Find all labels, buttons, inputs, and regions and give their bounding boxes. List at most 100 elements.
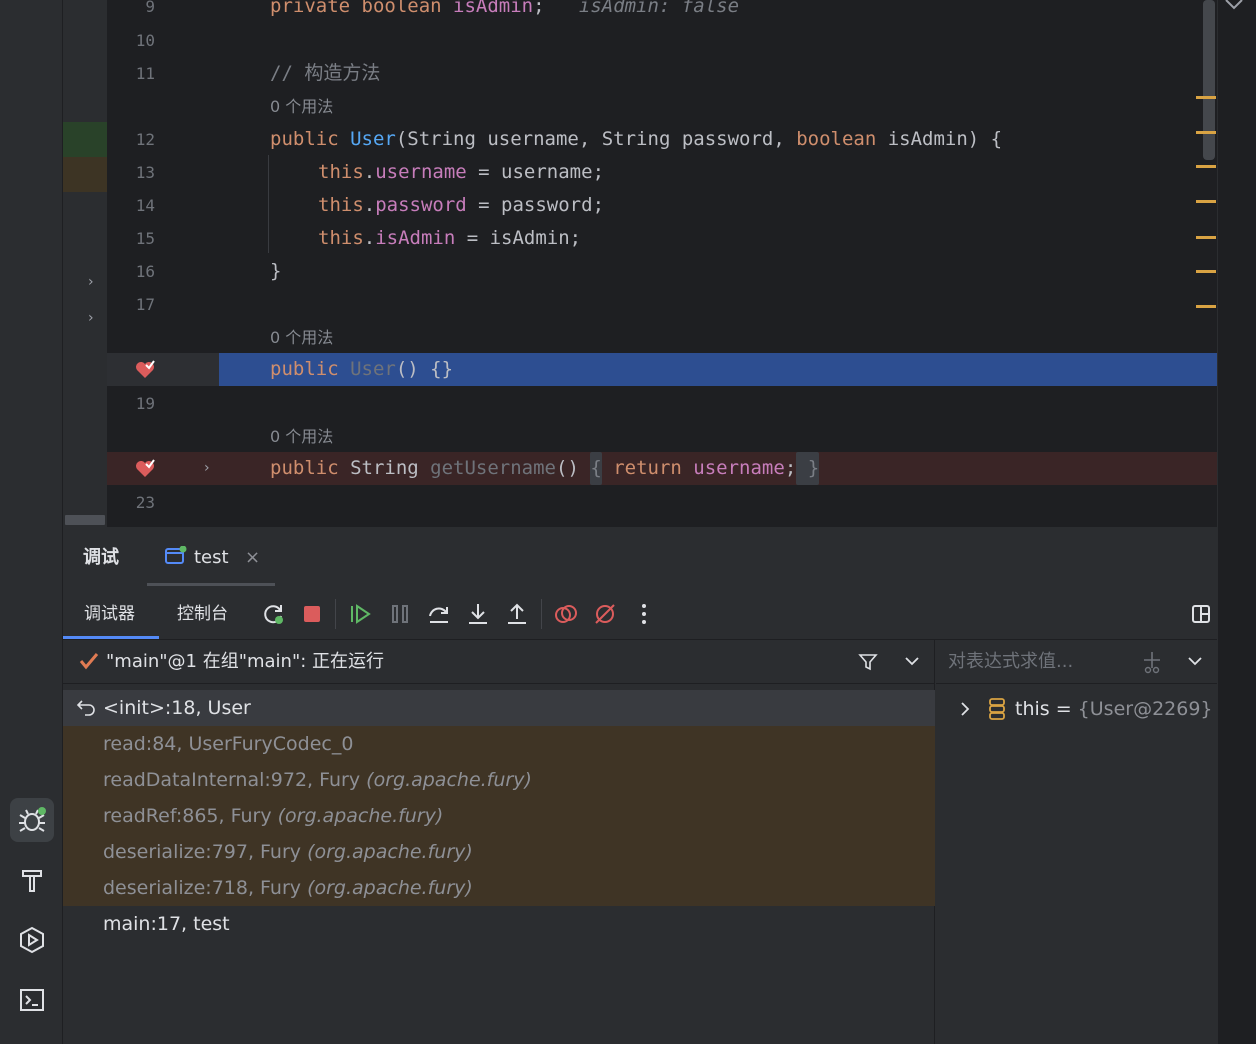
mute-breakpoints-button[interactable]: [592, 601, 618, 627]
layout-button[interactable]: [1188, 601, 1214, 627]
terminal-tool-button[interactable]: [10, 978, 54, 1022]
expand-chevron-icon[interactable]: [960, 701, 970, 717]
fold-chevron-icon[interactable]: ›: [204, 460, 210, 476]
terminal-icon: [20, 989, 44, 1011]
debug-toolbar: 调试器 控制台: [63, 587, 1217, 640]
stack-frame[interactable]: read:84, UserFuryCodec_0: [63, 726, 935, 762]
step-into-button[interactable]: [465, 601, 491, 627]
more-button[interactable]: [631, 601, 657, 627]
method-name: User: [350, 358, 396, 380]
tab-console[interactable]: 控制台: [177, 587, 228, 640]
stack-frame[interactable]: readDataInternal:972, Fury (org.apache.f…: [63, 762, 935, 798]
code-line: this.isAdmin = isAdmin;: [318, 222, 581, 255]
stack-frame[interactable]: <init>:18, User: [63, 690, 935, 726]
method-name: User: [350, 128, 396, 150]
code-editor[interactable]: › › 9 private boolean isAdmin; isAdmin: …: [63, 0, 1217, 527]
filter-icon[interactable]: [858, 652, 878, 672]
error-stripe-mark[interactable]: [1196, 96, 1216, 99]
error-stripe-mark[interactable]: [1196, 236, 1216, 239]
rerun-button[interactable]: [260, 601, 286, 627]
vcs-added-marker: [63, 122, 107, 157]
folded-brace[interactable]: {: [590, 452, 602, 485]
add-watch-icon[interactable]: [1140, 650, 1164, 674]
chevron-down-icon[interactable]: [905, 656, 919, 666]
debug-tool-button[interactable]: [10, 798, 54, 842]
debug-title: 调试: [83, 547, 119, 568]
chevron-down-icon[interactable]: [1188, 656, 1202, 666]
variables-panel: 对表达式求值... this = {User@2269} 对: [936, 640, 1217, 1044]
type: String: [350, 457, 431, 479]
debug-tool-window: 调试 test × 调试器 控制台 "main"@1 在组"main": 正在运…: [63, 527, 1217, 1044]
keyword: public: [270, 457, 351, 479]
evaluate-expression-field[interactable]: 对表达式求值...: [936, 640, 1217, 684]
more-vertical-icon: [642, 604, 646, 624]
variable-entry: this = {User@2269} 对: [1015, 692, 1217, 726]
error-stripe-mark[interactable]: [1196, 270, 1216, 273]
expand-chevron-icon[interactable]: ›: [88, 274, 94, 290]
frame-method: readDataInternal:972, Fury: [103, 769, 367, 791]
error-stripe-mark[interactable]: [1196, 200, 1216, 203]
chevron-down-icon[interactable]: [1222, 0, 1246, 12]
line-number: 19: [135, 394, 155, 413]
expand-chevron-icon[interactable]: ›: [88, 310, 94, 326]
breakpoint-check-icon[interactable]: [135, 360, 155, 380]
body: () {}: [395, 358, 454, 380]
stack-frame[interactable]: readRef:865, Fury (org.apache.fury): [63, 798, 935, 834]
usage-hint[interactable]: 0 个用法: [270, 420, 333, 453]
line-number: 23: [135, 493, 155, 512]
usage-hint[interactable]: 0 个用法: [270, 90, 333, 123]
thread-label: "main"@1 在组"main": 正在运行: [106, 651, 385, 672]
field: isAdmin: [375, 227, 456, 249]
folded-brace[interactable]: }: [796, 452, 820, 485]
stack-frame[interactable]: deserialize:718, Fury (org.apache.fury): [63, 870, 935, 906]
resume-button[interactable]: [348, 601, 374, 627]
frame-package: (org.apache.fury): [307, 877, 473, 899]
build-tool-button[interactable]: [10, 858, 54, 902]
code-line: public User(String username, String pass…: [270, 123, 1002, 156]
params: isAdmin) {: [876, 128, 1003, 150]
frame-package: (org.apache.fury): [307, 841, 473, 863]
return-arrow-icon: [76, 700, 95, 716]
variable-name: this: [1015, 698, 1050, 720]
breakpoint-line-gutter: [107, 452, 219, 485]
stack-frame[interactable]: deserialize:797, Fury (org.apache.fury): [63, 834, 935, 870]
view-breakpoints-button[interactable]: [553, 601, 579, 627]
check-icon: [79, 653, 99, 670]
code-line: }: [270, 260, 282, 282]
run-config-icon: [165, 546, 187, 564]
keyword: private boolean: [270, 0, 454, 17]
evaluate-placeholder: 对表达式求值...: [948, 651, 1074, 672]
params: (): [556, 457, 591, 479]
tool-window-strip: [0, 0, 63, 1044]
error-stripe-mark[interactable]: [1196, 305, 1216, 308]
variable-row[interactable]: this = {User@2269} 对: [936, 692, 1217, 726]
step-over-button[interactable]: [426, 601, 452, 627]
layout-icon: [1192, 605, 1210, 623]
keyword: this: [318, 227, 364, 249]
keyword: return: [601, 457, 694, 479]
variable-value: {User@2269}: [1077, 698, 1213, 720]
field: password: [375, 194, 467, 216]
punct: ;: [533, 0, 545, 17]
usage-hint[interactable]: 0 个用法: [270, 321, 333, 354]
services-tool-button[interactable]: [10, 918, 54, 962]
stop-icon: [304, 606, 320, 622]
tab-debugger[interactable]: 调试器: [84, 587, 135, 640]
close-icon[interactable]: ×: [245, 527, 260, 589]
frame-method: <init>:18, User: [103, 697, 251, 719]
stack-frame[interactable]: main:17, test: [63, 906, 935, 942]
step-out-button[interactable]: [504, 601, 530, 627]
breakpoint-check-icon[interactable]: [135, 459, 155, 479]
thread-selector[interactable]: "main"@1 在组"main": 正在运行: [63, 640, 935, 684]
error-stripe-mark[interactable]: [1196, 131, 1216, 134]
debug-tab-bar: 调试 test ×: [63, 527, 1217, 587]
line-number: 9: [145, 0, 155, 16]
vertical-scrollbar[interactable]: [1203, 0, 1215, 160]
keyword: this: [318, 161, 364, 183]
error-stripe-mark[interactable]: [1196, 165, 1216, 168]
code-line: this.password = password;: [318, 189, 604, 222]
frame-method: deserialize:718, Fury: [103, 877, 308, 899]
pause-button[interactable]: [387, 601, 413, 627]
stop-button[interactable]: [299, 601, 325, 627]
horizontal-scrollbar[interactable]: [65, 515, 105, 525]
